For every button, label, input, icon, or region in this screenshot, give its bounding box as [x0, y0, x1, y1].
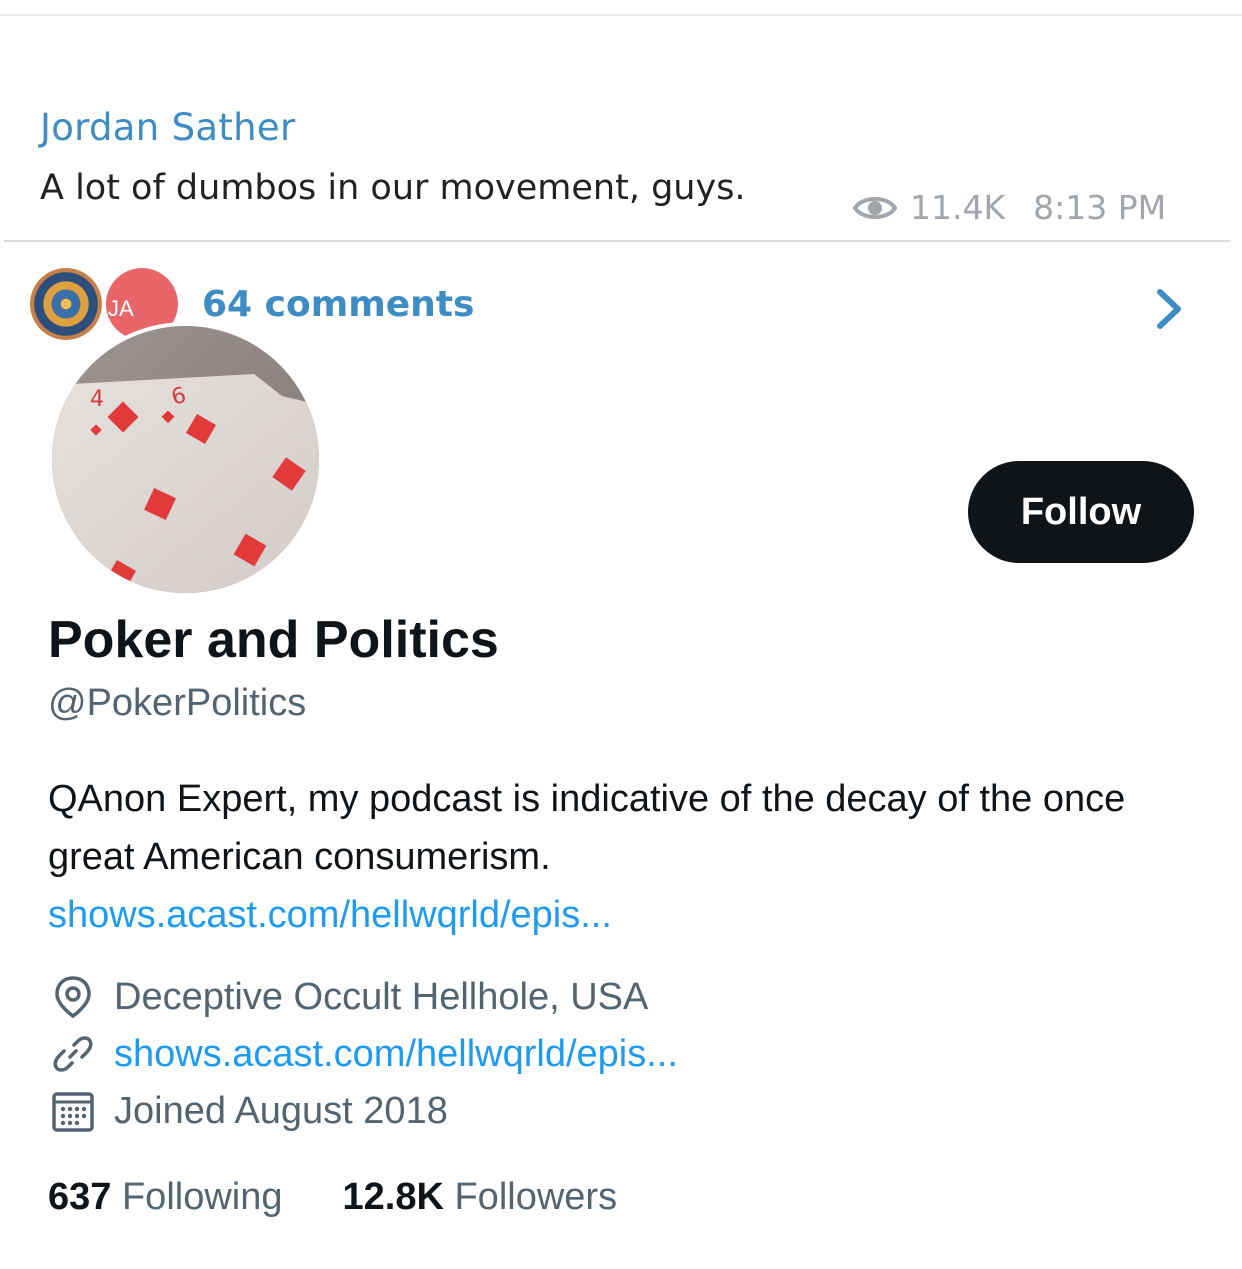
- link-icon: [53, 1036, 93, 1072]
- profile-display-name: Poker and Politics: [48, 611, 499, 669]
- profile-website: shows.acast.com/hellwqrld/epis...: [50, 1031, 678, 1077]
- commenter-avatar: [30, 268, 102, 340]
- follow-button[interactable]: Follow: [968, 461, 1194, 563]
- profile-join-date: Joined August 2018: [50, 1088, 448, 1134]
- calendar-icon: [52, 1092, 94, 1132]
- profile-bio: QAnon Expert, my podcast is indicative o…: [48, 770, 1198, 944]
- post-author[interactable]: Jordan Sather: [40, 106, 295, 149]
- join-date-text: Joined August 2018: [114, 1089, 448, 1132]
- post-text: A lot of dumbos in our movement, guys.: [40, 168, 746, 208]
- followers-label: Followers: [454, 1176, 618, 1218]
- website-link[interactable]: shows.acast.com/hellwqrld/epis...: [114, 1033, 678, 1076]
- comments-link[interactable]: 64 comments: [202, 284, 474, 325]
- post-time: 8:13 PM: [1033, 188, 1167, 227]
- location-text: Deceptive Occult Hellhole, USA: [114, 975, 649, 1018]
- eye-icon: [852, 196, 898, 219]
- post-divider: [4, 240, 1230, 242]
- following-count: 637: [48, 1176, 112, 1218]
- profile-stats: 637 Following 12.8K Followers: [48, 1176, 677, 1219]
- following-stat[interactable]: 637 Following: [48, 1176, 283, 1219]
- profile-avatar[interactable]: 4 6: [48, 322, 323, 597]
- followers-stat[interactable]: 12.8K Followers: [343, 1176, 618, 1219]
- view-count: 11.4K: [910, 188, 1006, 227]
- top-divider: [0, 14, 1242, 16]
- bio-text: QAnon Expert, my podcast is indicative o…: [48, 778, 1126, 878]
- location-pin-icon: [55, 976, 91, 1019]
- followers-count: 12.8K: [342, 1176, 444, 1218]
- playing-cards-image: 4 6: [52, 326, 319, 593]
- bio-link[interactable]: shows.acast.com/hellwqrld/epis...: [48, 886, 1198, 944]
- chevron-right-icon[interactable]: [1154, 286, 1184, 332]
- profile-location: Deceptive Occult Hellhole, USA: [50, 974, 648, 1020]
- card-rank-four: 4: [90, 387, 104, 412]
- following-label: Following: [121, 1176, 283, 1218]
- profile-handle: @PokerPolitics: [48, 682, 307, 724]
- post-meta: 11.4K 8:13 PM: [852, 188, 1166, 227]
